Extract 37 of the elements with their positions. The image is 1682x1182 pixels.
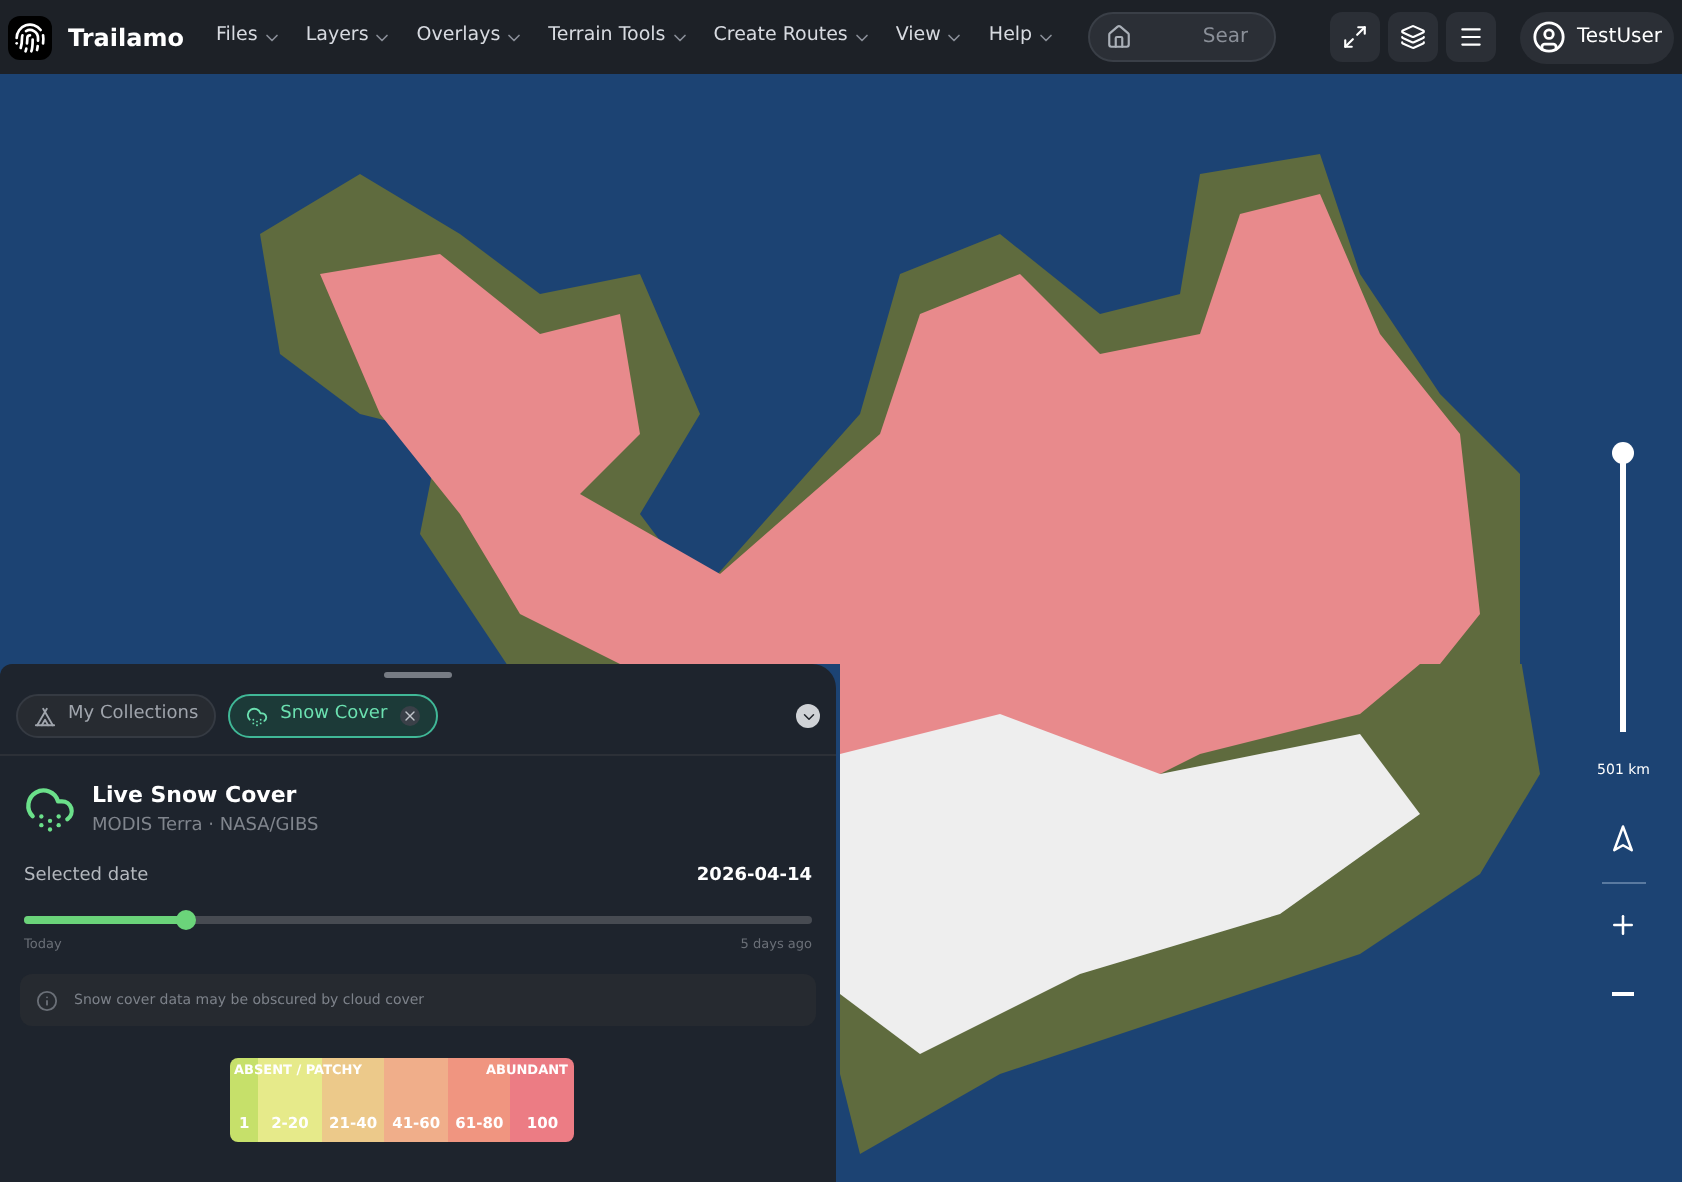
layers-button[interactable] <box>1387 12 1437 62</box>
app-name: Trailamo <box>68 21 184 55</box>
date-slider-thumb[interactable] <box>175 909 196 929</box>
menu-item[interactable]: Files <box>207 22 290 52</box>
logo-icon <box>8 15 52 59</box>
info-icon <box>36 989 58 1012</box>
compass-icon <box>1608 824 1639 854</box>
search-field[interactable]: Sear <box>1088 12 1277 62</box>
home-icon <box>1106 24 1133 50</box>
menu-item[interactable]: Create Routes <box>705 22 880 52</box>
snow-cloud-icon <box>246 705 269 727</box>
menu-item[interactable]: View <box>887 22 973 52</box>
menu-item[interactable]: Layers <box>297 22 401 52</box>
menu-item[interactable]: Overlays <box>408 22 533 52</box>
drag-handle[interactable] <box>384 672 452 678</box>
menu-item[interactable]: Help <box>980 22 1065 52</box>
user-button[interactable]: TestUser <box>1519 11 1674 63</box>
minus-icon <box>1612 991 1635 995</box>
tent-icon <box>34 705 56 727</box>
user-icon <box>1531 20 1565 54</box>
date-value: 2026-04-14 <box>696 864 812 890</box>
expand-icon <box>1341 24 1367 50</box>
menu-item[interactable]: Terrain Tools <box>540 22 698 52</box>
date-label: Selected date <box>24 864 149 890</box>
panel-tab[interactable]: My Collections <box>16 694 217 738</box>
layer-title: Live Snow Cover <box>92 780 299 812</box>
layers-icon <box>1399 24 1425 50</box>
collapse-button[interactable] <box>796 704 820 728</box>
search-input[interactable]: Sear <box>1148 22 1249 52</box>
snow-cloud-icon <box>24 784 76 836</box>
panel-tab[interactable]: Snow Cover <box>228 694 438 738</box>
layer-source: MODIS Terra · NASA/GIBS <box>92 813 319 839</box>
close-icon[interactable] <box>399 706 420 726</box>
menu-button[interactable] <box>1445 12 1495 62</box>
fullscreen-button[interactable] <box>1329 12 1379 62</box>
plus-icon <box>1608 910 1639 940</box>
menu-icon <box>1457 24 1483 50</box>
